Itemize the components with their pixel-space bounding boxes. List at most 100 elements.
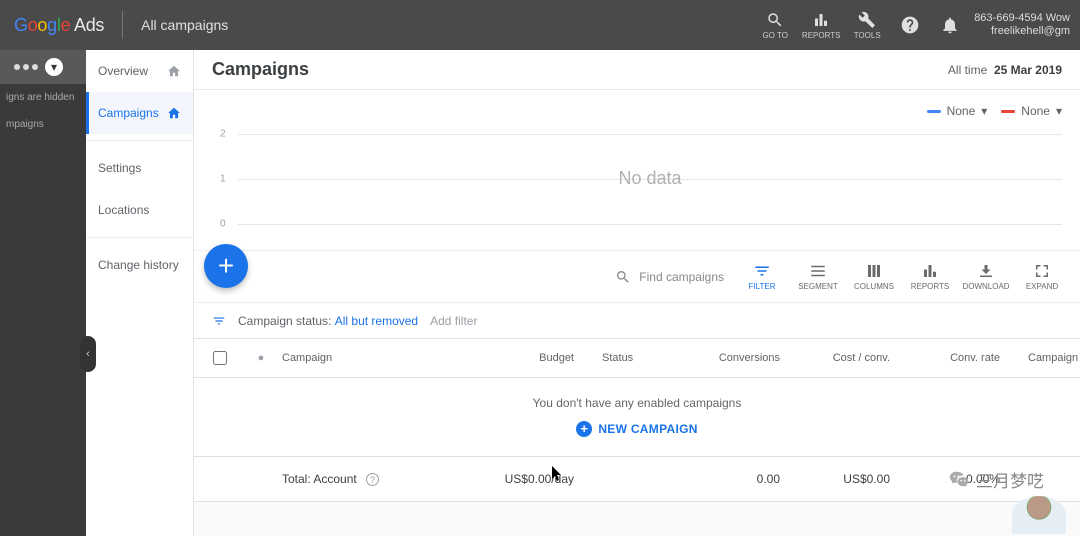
sidebar-item-locations[interactable]: Locations bbox=[86, 189, 193, 231]
filter-button[interactable]: FILTER bbox=[734, 253, 790, 301]
find-placeholder: Find campaigns bbox=[639, 270, 724, 284]
bar-chart-icon bbox=[921, 262, 939, 280]
filter-status-value: All but removed bbox=[335, 314, 418, 328]
chart-card: None ▾ None ▾ 2 1 0 No data bbox=[194, 90, 1080, 250]
watermark: 三月梦呓 bbox=[948, 467, 1044, 492]
notifications-button[interactable] bbox=[930, 15, 970, 35]
reports-button[interactable]: REPORTS bbox=[798, 0, 844, 50]
chevron-down-icon: ▾ bbox=[981, 104, 987, 118]
add-filter-button[interactable]: Add filter bbox=[430, 314, 477, 328]
sidebar-change-history-label: Change history bbox=[98, 258, 179, 272]
new-campaign-label: NEW CAMPAIGN bbox=[598, 422, 697, 436]
sidebar-item-change-history[interactable]: Change history bbox=[86, 244, 193, 286]
metric-right-color bbox=[1001, 110, 1015, 113]
col-conv-rate[interactable]: Conv. rate bbox=[904, 352, 1014, 364]
expand-icon bbox=[1033, 262, 1051, 280]
breadcrumb[interactable]: All campaigns bbox=[141, 17, 228, 33]
sidebar-item-settings[interactable]: Settings bbox=[86, 147, 193, 189]
metric-left-picker[interactable]: None ▾ bbox=[927, 104, 988, 118]
expand-button[interactable]: EXPAND bbox=[1014, 253, 1070, 301]
plus-circle-icon: + bbox=[576, 421, 592, 437]
segment-button[interactable]: SEGMENT bbox=[790, 253, 846, 301]
segment-icon bbox=[809, 262, 827, 280]
total-cost-conv: US$0.00 bbox=[794, 472, 904, 486]
top-bar-right: GO TO REPORTS TOOLS 863-669-4594 Wow fre… bbox=[752, 0, 1080, 50]
metric-right-picker[interactable]: None ▾ bbox=[1001, 104, 1062, 118]
help-icon bbox=[900, 15, 920, 35]
col-conversions[interactable]: Conversions bbox=[688, 352, 794, 364]
total-budget: US$0.00/day bbox=[478, 472, 588, 486]
col-campaign-type[interactable]: Campaign bbox=[1014, 352, 1080, 364]
reports-button-toolbar[interactable]: REPORTS bbox=[902, 253, 958, 301]
metric-right-label: None bbox=[1021, 104, 1050, 118]
main-header: Campaigns All time 25 Mar 2019 bbox=[194, 50, 1080, 90]
filter-icon bbox=[212, 314, 226, 328]
col-cost-conv[interactable]: Cost / conv. bbox=[794, 352, 904, 364]
sidebar-locations-label: Locations bbox=[98, 203, 149, 217]
wechat-icon bbox=[948, 469, 970, 491]
chart: 2 1 0 No data bbox=[238, 124, 1062, 234]
download-icon bbox=[977, 262, 995, 280]
chart-no-data: No data bbox=[238, 168, 1062, 189]
sidebar-item-overview[interactable]: Overview bbox=[86, 50, 193, 92]
account-email: freelikehell@gm bbox=[974, 25, 1070, 38]
left-rail-item[interactable]: mpaigns bbox=[0, 111, 86, 138]
sidebar-separator bbox=[86, 140, 193, 141]
table-header: ● Campaign Budget Status Conversions Cos… bbox=[194, 338, 1080, 378]
gridline bbox=[238, 134, 1062, 135]
gridline bbox=[238, 224, 1062, 225]
top-bar: Google Ads All campaigns GO TO REPORTS T… bbox=[0, 0, 1080, 50]
top-bar-left: Google Ads All campaigns bbox=[0, 11, 242, 39]
status-dot-header: ● bbox=[246, 352, 276, 364]
metric-pickers: None ▾ None ▾ bbox=[212, 98, 1062, 124]
segment-label: SEGMENT bbox=[798, 282, 838, 291]
search-icon bbox=[766, 11, 784, 29]
more-icon bbox=[23, 64, 29, 70]
help-button[interactable] bbox=[890, 15, 930, 35]
download-button[interactable]: DOWNLOAD bbox=[958, 253, 1014, 301]
metric-left-color bbox=[927, 110, 941, 113]
tools-label: TOOLS bbox=[854, 31, 881, 40]
find-campaigns[interactable]: Find campaigns bbox=[615, 269, 734, 285]
filter-bar-icon[interactable] bbox=[212, 314, 226, 328]
presenter-avatar bbox=[1012, 496, 1066, 534]
home-icon bbox=[167, 64, 181, 78]
filter-status-label: Campaign status: bbox=[238, 314, 331, 328]
sidebar-campaigns-label: Campaigns bbox=[98, 106, 159, 120]
tools-button[interactable]: TOOLS bbox=[844, 0, 890, 50]
reports-label-toolbar: REPORTS bbox=[911, 282, 950, 291]
total-row-label: Total: Account ? bbox=[276, 472, 478, 487]
new-campaign-fab[interactable]: + bbox=[204, 244, 248, 288]
left-rail-top[interactable]: ▾ bbox=[0, 50, 86, 84]
reports-label: REPORTS bbox=[802, 31, 841, 40]
filter-label: FILTER bbox=[749, 282, 776, 291]
left-rail-expand-handle[interactable]: ‹ bbox=[80, 336, 96, 372]
y-tick: 1 bbox=[220, 174, 226, 185]
columns-label: COLUMNS bbox=[854, 282, 894, 291]
col-status[interactable]: Status bbox=[588, 352, 688, 364]
divider bbox=[122, 11, 123, 39]
bell-icon bbox=[940, 15, 960, 35]
select-all-checkbox[interactable] bbox=[194, 351, 246, 365]
goto-button[interactable]: GO TO bbox=[752, 0, 798, 50]
metric-left-label: None bbox=[947, 104, 976, 118]
google-ads-logo: Google Ads bbox=[14, 15, 104, 36]
mouse-cursor bbox=[552, 466, 562, 480]
table-empty-cta-row: + NEW CAMPAIGN bbox=[194, 416, 1080, 456]
sidebar-item-campaigns[interactable]: Campaigns bbox=[86, 92, 193, 134]
filter-status-chip[interactable]: Campaign status: All but removed bbox=[238, 314, 418, 328]
main-content: Campaigns All time 25 Mar 2019 None ▾ No… bbox=[194, 50, 1080, 536]
help-icon[interactable]: ? bbox=[366, 473, 379, 486]
new-campaign-link[interactable]: + NEW CAMPAIGN bbox=[576, 421, 697, 437]
account-info[interactable]: 863-669-4594 Wow freelikehell@gm bbox=[970, 12, 1080, 38]
columns-button[interactable]: COLUMNS bbox=[846, 253, 902, 301]
total-conversions: 0.00 bbox=[688, 472, 794, 486]
col-campaign[interactable]: Campaign bbox=[276, 352, 478, 364]
table-toolbar: Find campaigns FILTER SEGMENT COLUMNS RE… bbox=[194, 250, 1080, 302]
col-budget[interactable]: Budget bbox=[478, 352, 588, 364]
download-label: DOWNLOAD bbox=[962, 282, 1009, 291]
home-icon bbox=[167, 106, 181, 120]
wrench-icon bbox=[858, 11, 876, 29]
date-range-picker[interactable]: All time 25 Mar 2019 bbox=[948, 63, 1062, 77]
date-range-value: 25 Mar 2019 bbox=[994, 63, 1062, 77]
